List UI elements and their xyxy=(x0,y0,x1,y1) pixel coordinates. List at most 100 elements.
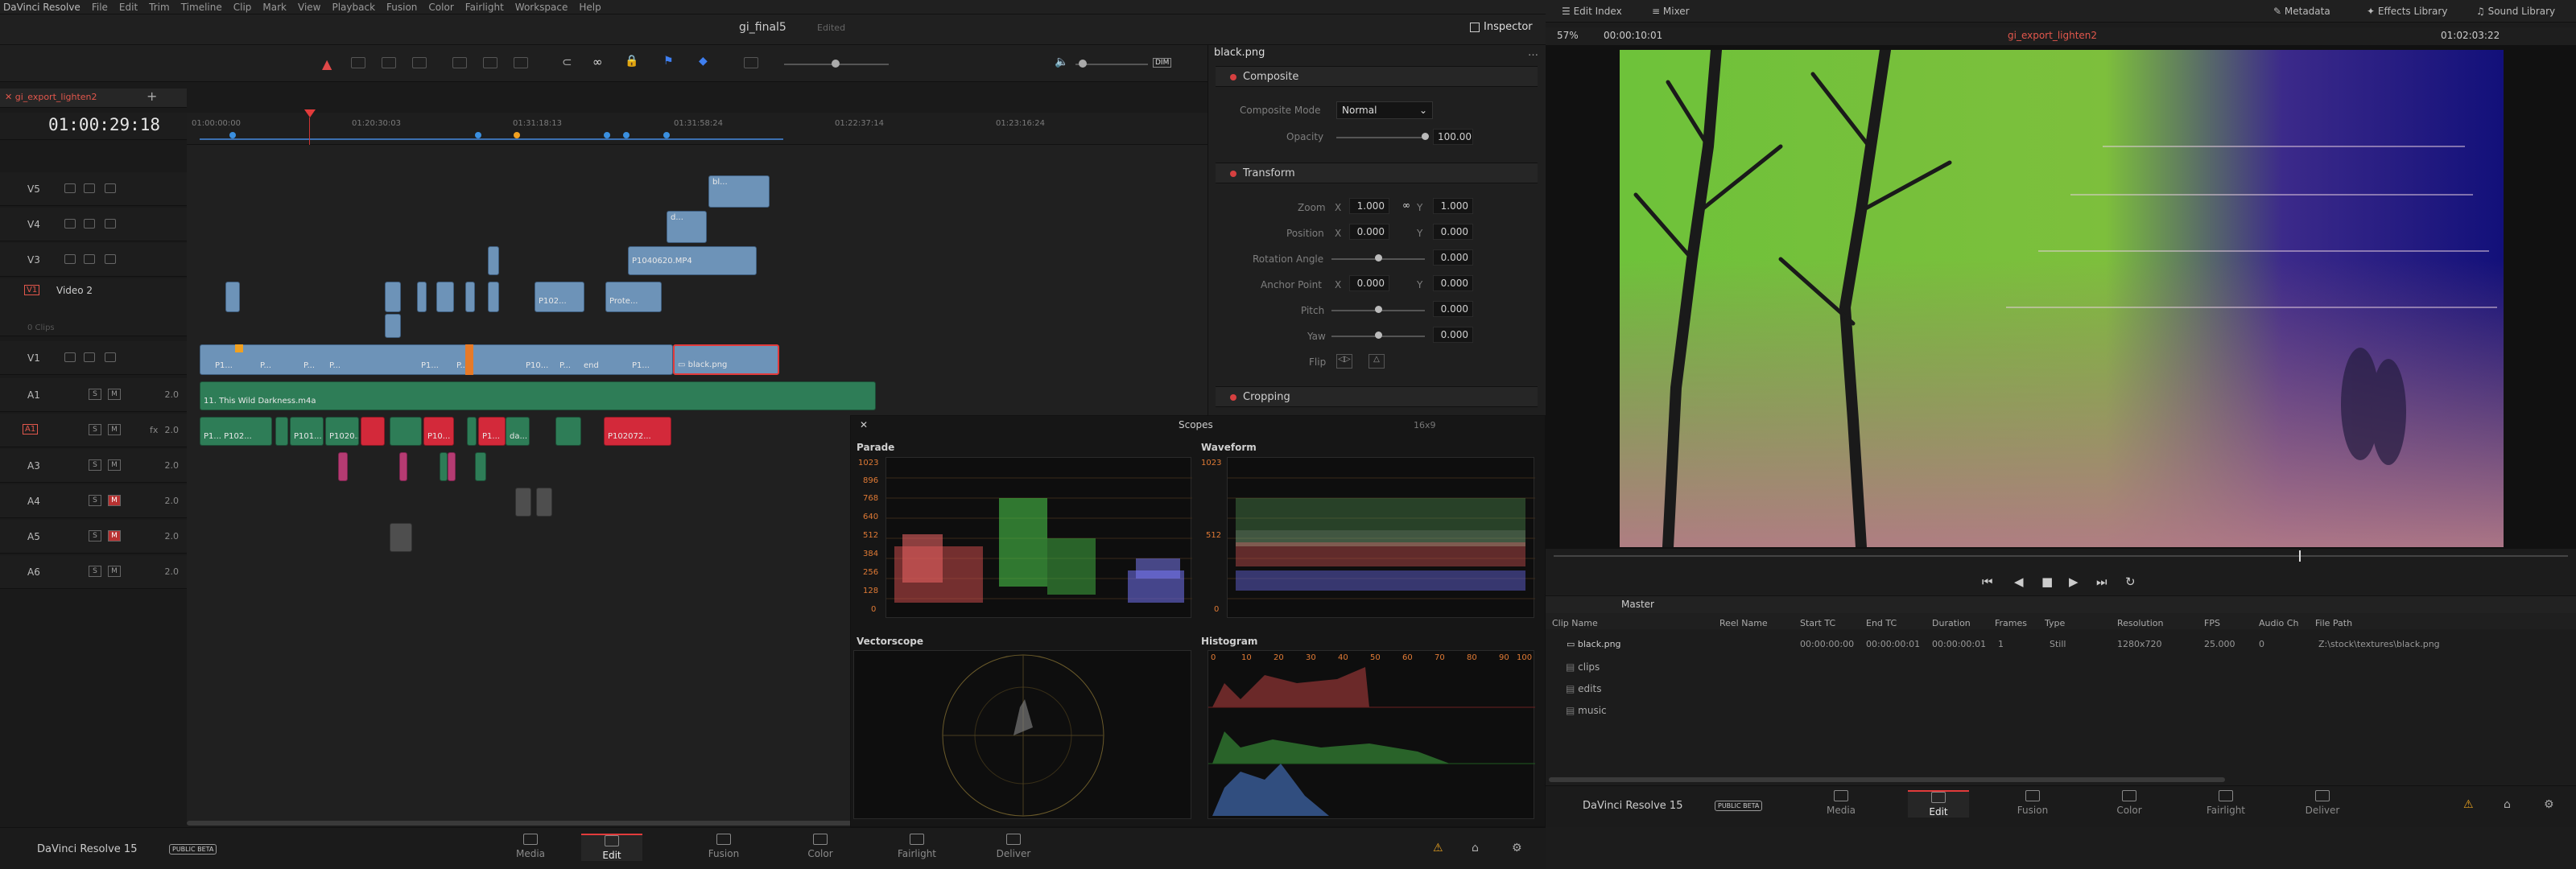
clip-a2-red-2[interactable]: P10... xyxy=(423,417,454,446)
clip-v2-small-6[interactable] xyxy=(488,282,499,312)
timeline-tab[interactable]: ✕ gi_export_lighten2 xyxy=(5,92,97,102)
mixer-button[interactable]: ≡ Mixer xyxy=(1652,6,1690,17)
page-deliver[interactable]: Deliver xyxy=(985,834,1042,859)
marker-blue-3[interactable] xyxy=(604,132,610,138)
clip-v1-orange[interactable] xyxy=(465,344,473,375)
clip-v2-small-7[interactable] xyxy=(385,314,401,338)
menu-file[interactable]: File xyxy=(86,2,114,13)
settings-icon-2[interactable]: ⚙ xyxy=(2544,798,2554,811)
menu-playback[interactable]: Playback xyxy=(326,2,381,13)
position-lock-icon[interactable]: 🔒 xyxy=(625,55,638,68)
col-resolution[interactable]: Resolution xyxy=(2117,618,2163,628)
clip-marker-orange[interactable] xyxy=(235,344,243,352)
yaw-value[interactable]: 0.000 xyxy=(1433,327,1473,343)
clip-a2-red-3[interactable]: P1... xyxy=(478,417,506,446)
close-tab-icon[interactable]: ✕ xyxy=(5,92,15,102)
clip-v2-small-1[interactable] xyxy=(225,282,240,312)
volume-slider-handle[interactable] xyxy=(1079,60,1087,68)
marker-icon[interactable]: ◆ xyxy=(699,55,708,68)
settings-icon[interactable]: ⚙ xyxy=(1512,842,1522,855)
page-media[interactable]: Media xyxy=(502,834,559,859)
lock-icon[interactable] xyxy=(64,219,76,229)
viewer-playhead[interactable] xyxy=(2299,550,2301,562)
add-timeline-icon[interactable]: + xyxy=(147,89,157,104)
stop-icon[interactable]: ■ xyxy=(2041,575,2053,589)
viewer-scrubber[interactable] xyxy=(1554,555,2568,557)
solo-button[interactable]: S xyxy=(89,424,101,435)
menu-fusion[interactable]: Fusion xyxy=(381,2,423,13)
col-fps[interactable]: FPS xyxy=(2204,618,2220,628)
clip-v3-small[interactable] xyxy=(488,246,499,275)
opacity-slider-handle[interactable] xyxy=(1422,133,1429,140)
clip-a3-3[interactable] xyxy=(440,452,448,481)
transform-section-header[interactable]: Transform xyxy=(1216,163,1538,183)
mute-button[interactable]: M xyxy=(108,424,121,435)
enable-dot[interactable] xyxy=(1230,74,1236,80)
clip-a2-5[interactable] xyxy=(390,417,422,446)
pitch-value[interactable]: 0.000 xyxy=(1433,301,1473,317)
clip-a2-1[interactable]: P1... P102... xyxy=(200,417,272,446)
clip-v4[interactable]: d... xyxy=(667,211,707,243)
col-end-tc[interactable]: End TC xyxy=(1866,618,1897,628)
effects-library-button[interactable]: ✦ Effects Library xyxy=(2367,6,2447,17)
flip-horizontal-button[interactable]: ◁▷ xyxy=(1336,354,1352,369)
enable-dot[interactable] xyxy=(1230,171,1236,177)
viewer-timeline-name[interactable]: gi_export_lighten2 xyxy=(2008,30,2097,41)
timeline-scrollbar[interactable] xyxy=(187,821,879,826)
clip-a2-4[interactable]: P1020... xyxy=(325,417,359,446)
snapping-icon[interactable]: ⊂ xyxy=(562,55,572,69)
page-fusion[interactable]: Fusion xyxy=(696,834,752,859)
col-type[interactable]: Type xyxy=(2045,618,2065,628)
auto-select-icon[interactable] xyxy=(84,183,95,193)
col-file-path[interactable]: File Path xyxy=(2315,618,2352,628)
clip-v2-small-3[interactable] xyxy=(417,282,427,312)
lock-icon[interactable] xyxy=(64,183,76,193)
selection-tool-icon[interactable]: ▲ xyxy=(322,56,332,72)
flag-icon[interactable]: ⚑ xyxy=(663,55,674,68)
marker-blue-1[interactable] xyxy=(229,132,236,138)
clip-a5-1[interactable] xyxy=(390,523,412,552)
disable-track-icon[interactable] xyxy=(105,352,116,362)
anchor-x-value[interactable]: 0.000 xyxy=(1349,275,1389,291)
menu-view[interactable]: View xyxy=(292,2,326,13)
dynamic-trim-icon[interactable] xyxy=(382,56,396,68)
play-reverse-icon[interactable]: ◀ xyxy=(2014,575,2024,589)
col-duration[interactable]: Duration xyxy=(1932,618,1971,628)
rotation-slider-handle[interactable] xyxy=(1375,254,1382,262)
clip-a2-6[interactable] xyxy=(467,417,477,446)
page-fairlight[interactable]: Fairlight xyxy=(889,834,945,859)
page-color[interactable]: Color xyxy=(792,834,848,859)
timeline-timecode[interactable]: 01:00:29:18 xyxy=(48,115,160,134)
linked-selection-icon[interactable]: ∞ xyxy=(592,55,603,69)
page-deliver-2[interactable]: Deliver xyxy=(2294,790,2351,816)
clip-v1-strip[interactable]: P1... P... P... P... P1... P... P10... P… xyxy=(200,344,673,375)
clip-a4-1[interactable] xyxy=(515,488,531,517)
clip-a2-8[interactable] xyxy=(555,417,581,446)
auto-select-icon[interactable] xyxy=(84,254,95,264)
menu-clip[interactable]: Clip xyxy=(228,2,258,13)
folder-clips[interactable]: ▤ clips xyxy=(1566,661,1600,673)
composite-section-header[interactable]: Composite xyxy=(1216,66,1538,87)
sound-library-button[interactable]: ♫ Sound Library xyxy=(2476,6,2555,17)
pitch-slider-handle[interactable] xyxy=(1375,306,1382,313)
warning-icon[interactable]: ⚠ xyxy=(1433,842,1443,855)
rotation-value[interactable]: 0.000 xyxy=(1433,249,1473,266)
marker-blue-4[interactable] xyxy=(623,132,630,138)
page-fusion-2[interactable]: Fusion xyxy=(2004,790,2061,816)
page-media-2[interactable]: Media xyxy=(1813,790,1869,816)
warning-icon-2[interactable]: ⚠ xyxy=(2463,798,2474,811)
mute-button[interactable]: M xyxy=(108,530,121,542)
track-name[interactable]: Video 2 xyxy=(56,285,93,296)
page-fairlight-2[interactable]: Fairlight xyxy=(2198,790,2254,816)
link-icon[interactable]: ∞ xyxy=(1402,200,1410,211)
folder-edits[interactable]: ▤ edits xyxy=(1566,683,1601,694)
col-frames[interactable]: Frames xyxy=(1995,618,2027,628)
clip-a2-2[interactable] xyxy=(275,417,288,446)
clip-v2-a[interactable]: P102... xyxy=(535,282,584,312)
more-options-icon[interactable]: … xyxy=(1528,47,1538,59)
mute-button[interactable]: M xyxy=(108,389,121,400)
solo-button[interactable]: S xyxy=(89,495,101,506)
blade-tool-icon[interactable] xyxy=(412,56,427,68)
position-y-value[interactable]: 0.000 xyxy=(1433,224,1473,240)
col-start-tc[interactable]: Start TC xyxy=(1800,618,1835,628)
